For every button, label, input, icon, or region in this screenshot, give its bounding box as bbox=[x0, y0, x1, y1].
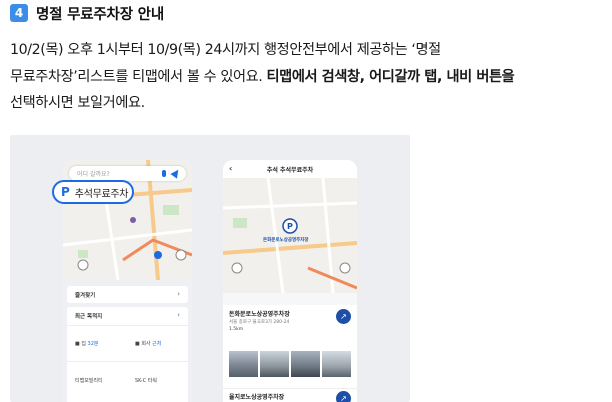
paragraph-line-2-bold: 티맵에서 검색창, 어디갈까 탭, 내비 버튼을 bbox=[266, 68, 515, 85]
chevron-right-icon: › bbox=[177, 290, 180, 298]
divider bbox=[67, 325, 188, 326]
microphone-icon[interactable] bbox=[162, 170, 166, 177]
announcement-paragraph: 10/2(목) 오후 1시부터 10/9(목) 24시까지 행정안전부에서 제공… bbox=[10, 37, 600, 117]
paragraph-line-3: 선택하시면 보일거에요. bbox=[10, 95, 145, 111]
recent-item-1[interactable]: 티맵모빌리티 bbox=[75, 377, 103, 384]
parking-photo bbox=[291, 351, 320, 377]
map-view[interactable]: 어디 갈까요? bbox=[63, 160, 192, 280]
parking-item-address: 서울 종로구 율곡로3가 280-24 bbox=[229, 320, 290, 325]
recent-item-2[interactable]: SK-C 타워 bbox=[135, 377, 157, 384]
free-parking-chip[interactable]: P 추석무료주차 bbox=[52, 180, 134, 204]
parking-item-1[interactable]: 돈화문로노상공영주차장 서울 종로구 율곡로3가 280-24 1.5km ↗ bbox=[223, 305, 357, 385]
screen-title-bar: ‹ 추석 추석무료주차 bbox=[223, 160, 357, 178]
bottom-sheet: 즐겨찾기 › 최근 목적지 › ■ 집 32분 ■ 회사 근처 티맵모빌리티 S… bbox=[63, 280, 192, 402]
work-shortcut[interactable]: ■ 회사 근처 bbox=[135, 340, 161, 347]
map-pin-label: 돈화문로노상공영주차장 bbox=[263, 238, 309, 243]
svg-text:P: P bbox=[287, 222, 293, 231]
home-label: 집 bbox=[81, 341, 86, 347]
parking-item-title: 율지로노상공영주차장 bbox=[229, 394, 285, 401]
section-heading: 4 명절 무료주차장 안내 bbox=[10, 2, 164, 24]
parking-item-title: 돈화문로노상공영주차장 bbox=[229, 311, 290, 318]
navigate-arrow-button[interactable]: ↗ bbox=[336, 309, 351, 324]
work-value: 근처 bbox=[152, 341, 162, 347]
parking-photo bbox=[260, 351, 289, 377]
screen-title: 추석 추석무료주차 bbox=[266, 166, 314, 174]
number-four-icon: 4 bbox=[10, 4, 28, 22]
favorites-card[interactable]: 즐겨찾기 › bbox=[67, 286, 188, 303]
parking-item-distance: 1.5km bbox=[229, 327, 244, 332]
home-shortcut[interactable]: ■ 집 32분 bbox=[75, 340, 99, 347]
search-input[interactable]: 어디 갈까요? bbox=[69, 166, 186, 181]
parking-icon: P bbox=[61, 185, 70, 199]
divider bbox=[67, 361, 188, 362]
map-roads: P bbox=[223, 178, 357, 293]
section-title: 명절 무료주차장 안내 bbox=[36, 6, 164, 23]
paragraph-line-2: 무료주차장’리스트를 티맵에서 볼 수 있어요. 티맵에서 검색창, 어디갈까 … bbox=[10, 64, 600, 91]
recent-destinations-card: 최근 목적지 › ■ 집 32분 ■ 회사 근처 티맵모빌리티 SK-C 타워 bbox=[67, 307, 188, 402]
phone-parking-list-screen: ‹ 추석 추석무료주차 P 돈화문로노상공영주차장 돈화문로노상공영주차장 서울… bbox=[223, 160, 357, 402]
app-screenshot-image: 어디 갈까요? 즐겨찾기 › 최근 목적지 › ■ 집 32분 ■ 회사 근처 … bbox=[10, 135, 410, 402]
back-arrow-icon[interactable]: ‹ bbox=[229, 164, 232, 173]
chevron-right-icon[interactable]: › bbox=[177, 311, 180, 319]
navigate-arrow-button[interactable]: ↗ bbox=[336, 391, 351, 402]
search-placeholder: 어디 갈까요? bbox=[77, 171, 110, 178]
free-parking-chip-label: 추석무료주차 bbox=[74, 188, 129, 200]
work-label: 회사 bbox=[141, 341, 151, 347]
recent-label: 최근 목적지 bbox=[75, 314, 103, 320]
parking-item-2[interactable]: 율지로노상공영주차장 ↗ bbox=[223, 388, 357, 402]
favorites-label: 즐겨찾기 bbox=[75, 293, 96, 299]
parking-map-view[interactable]: P 돈화문로노상공영주차장 bbox=[223, 178, 357, 293]
parking-photo bbox=[229, 351, 258, 377]
parking-photo bbox=[322, 351, 351, 377]
parking-photo-strip bbox=[229, 351, 351, 377]
list-header bbox=[223, 293, 357, 305]
home-value: 32분 bbox=[87, 341, 99, 347]
paragraph-line-2-plain: 무료주차장’리스트를 티맵에서 볼 수 있어요. bbox=[10, 68, 267, 85]
navigation-arrow-icon[interactable] bbox=[170, 167, 182, 179]
paragraph-line-1: 10/2(목) 오후 1시부터 10/9(목) 24시까지 행정안전부에서 제공… bbox=[10, 42, 441, 58]
